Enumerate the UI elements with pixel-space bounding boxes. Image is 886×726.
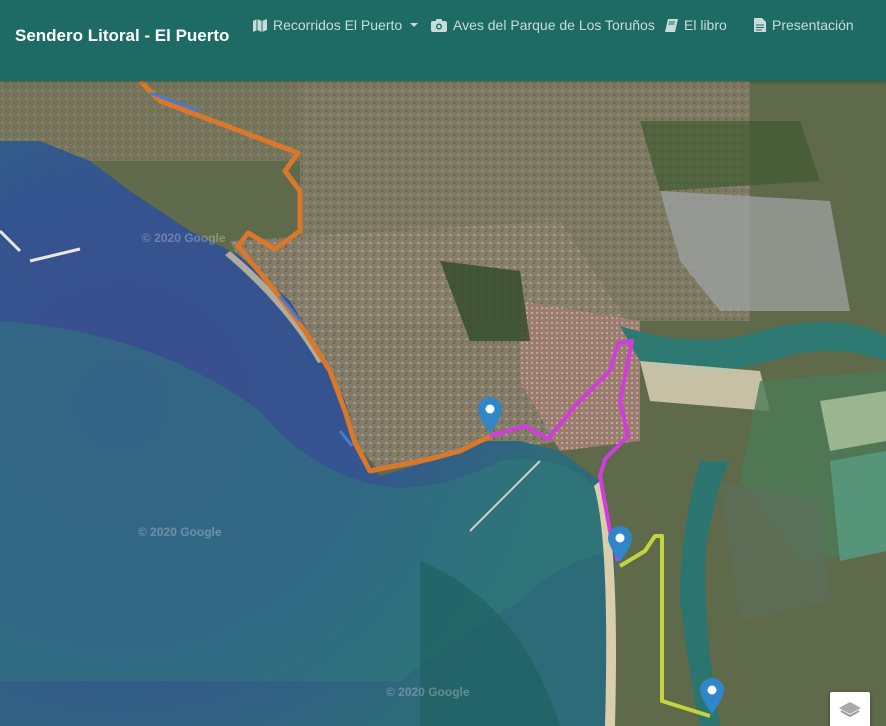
map-marker[interactable]: [700, 678, 724, 714]
nav-presentacion[interactable]: Presentación: [754, 17, 854, 33]
brand-title[interactable]: Sendero Litoral - El Puerto: [15, 26, 229, 46]
map-icon: [253, 18, 267, 32]
layers-icon: [838, 700, 862, 725]
nav-presentacion-label: Presentación: [772, 17, 854, 33]
nav-libro[interactable]: El libro: [665, 17, 727, 33]
layer-control-button[interactable]: [830, 692, 870, 726]
map-watermark: © 2020 Google: [138, 525, 222, 539]
camera-icon: [431, 18, 447, 32]
satellite-map[interactable]: © 2020 Google © 2020 Google © 2020 Googl…: [0, 81, 886, 726]
nav-aves-label: Aves del Parque de Los Toruños: [453, 17, 655, 33]
nav-recorridos-label: Recorridos El Puerto: [273, 17, 403, 33]
nav-recorridos[interactable]: Recorridos El Puerto: [253, 17, 419, 33]
document-icon: [754, 18, 766, 32]
map-imagery: [0, 81, 886, 726]
map-watermark: © 2020 Google: [386, 685, 470, 699]
nav-aves[interactable]: Aves del Parque de Los Toruños: [431, 17, 655, 33]
map-marker[interactable]: [608, 526, 632, 562]
navbar: Sendero Litoral - El Puerto Recorridos E…: [0, 0, 886, 81]
book-icon: [665, 18, 678, 32]
chevron-down-icon: [410, 23, 419, 27]
nav-libro-label: El libro: [684, 17, 727, 33]
map-marker[interactable]: [478, 397, 502, 433]
map-watermark: © 2020 Google: [142, 231, 226, 245]
